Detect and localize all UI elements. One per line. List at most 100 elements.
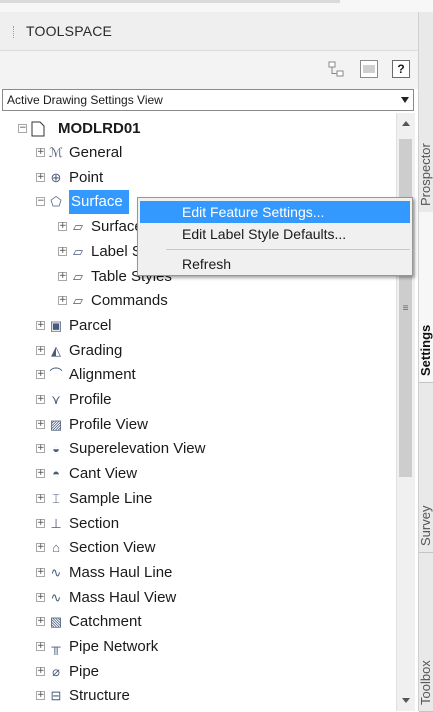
tree-node-label: Catchment	[69, 613, 142, 631]
grip-icon[interactable]	[13, 26, 16, 38]
expand-icon[interactable]: +	[36, 419, 45, 429]
tree-node-profile[interactable]: + ⋎ Profile	[0, 388, 380, 412]
expand-icon[interactable]: +	[36, 370, 45, 380]
pipe-icon: ⌀	[52, 663, 60, 679]
tree-node-sample-line[interactable]: + ⌶ Sample Line	[0, 487, 380, 511]
tree-node-label: Structure	[69, 687, 130, 705]
expand-icon[interactable]: +	[36, 320, 45, 330]
point-icon: ⊕	[50, 169, 62, 185]
tab-toolbox-label: Toolbox	[419, 660, 433, 705]
tree-root[interactable]: − MODLRD01	[0, 117, 380, 141]
tree-node-label: Profile	[69, 391, 112, 408]
expand-icon[interactable]: +	[36, 172, 45, 182]
expand-icon[interactable]: +	[36, 617, 45, 627]
tab-survey-label: Survey	[419, 505, 433, 546]
tree-node-catchment[interactable]: + ▧ Catchment	[0, 610, 380, 634]
pipe-network-icon: ╥	[51, 639, 61, 654]
tree-node-profile-view[interactable]: + ▨ Profile View	[0, 413, 380, 437]
tree-node-pipe-network[interactable]: + ╥ Pipe Network	[0, 635, 380, 659]
tree-node-label: Parcel	[69, 316, 112, 334]
tab-survey[interactable]: Survey	[419, 382, 433, 553]
scroll-up-icon[interactable]	[402, 121, 410, 126]
title-bar[interactable]: TOOLSPACE	[0, 12, 418, 51]
menu-item-label: Edit Label Style Defaults...	[182, 226, 347, 242]
tab-settings[interactable]: Settings	[419, 212, 433, 383]
side-tabs: Prospector Settings Survey Toolbox	[418, 12, 433, 712]
tree-node-grading[interactable]: + ◭ Grading	[0, 339, 380, 363]
tree-node-parcel[interactable]: + ▣ Parcel	[0, 314, 380, 338]
folder-icon: ▱	[73, 293, 83, 309]
scroll-down-icon[interactable]	[402, 698, 410, 703]
section-view-icon: ⌂	[52, 540, 60, 556]
structure-icon: ⊟	[50, 688, 62, 704]
collapse-icon[interactable]: −	[18, 124, 27, 133]
folder-icon: ▱	[73, 243, 83, 259]
tree-node-pipe[interactable]: + ⌀ Pipe	[0, 660, 380, 684]
expand-icon[interactable]: +	[58, 222, 67, 232]
expand-icon[interactable]: +	[58, 271, 67, 281]
tree-node-mass-haul-view[interactable]: + ∿ Mass Haul View	[0, 586, 380, 610]
expand-icon[interactable]: +	[36, 493, 45, 503]
tree-node-label: Grading	[69, 341, 123, 359]
tree-node-mass-haul-line[interactable]: + ∿ Mass Haul Line	[0, 561, 380, 585]
top-strip	[0, 0, 433, 12]
menu-item-edit-label-style-defaults[interactable]: Edit Label Style Defaults...	[140, 223, 410, 245]
tree-node-superelevation-view[interactable]: + ◒ Superelevation View	[0, 437, 380, 461]
expand-icon[interactable]: +	[36, 395, 45, 404]
cant-view-icon: ◓	[52, 466, 60, 482]
tree-node-structure[interactable]: + ⊟ Structure	[0, 684, 380, 708]
tree-node-label: Sample Line	[69, 489, 153, 507]
window-icon[interactable]	[360, 60, 378, 78]
tree-node-label: Commands	[91, 292, 168, 310]
chevron-down-icon[interactable]	[401, 97, 409, 103]
tree-node-general[interactable]: + ℳ General	[0, 141, 380, 165]
expand-icon[interactable]: +	[36, 642, 45, 651]
surface-icon: ⬠	[50, 194, 62, 210]
tab-toolbox[interactable]: Toolbox	[419, 552, 433, 712]
tree-node-section-view[interactable]: + ⌂ Section View	[0, 536, 380, 560]
sample-line-icon: ⌶	[52, 490, 60, 506]
profile-icon: ⋎	[51, 392, 61, 407]
expand-icon[interactable]: +	[36, 567, 45, 577]
drawing-icon	[30, 121, 46, 137]
alignment-icon: ⌒	[49, 367, 63, 383]
hierarchy-icon[interactable]	[327, 60, 345, 78]
tree-node-alignment[interactable]: + ⌒ Alignment	[0, 363, 380, 387]
expand-icon[interactable]: +	[36, 469, 45, 479]
scroll-thumb[interactable]: ≡	[399, 139, 412, 477]
expand-icon[interactable]: +	[36, 666, 45, 676]
expand-icon[interactable]: +	[36, 691, 45, 701]
mass-haul-line-icon: ∿	[50, 564, 62, 580]
tree-root-label: MODLRD01	[58, 120, 141, 137]
expand-icon[interactable]: +	[36, 148, 45, 157]
view-selector-dropdown[interactable]: Active Drawing Settings View	[2, 89, 414, 111]
panel-title: TOOLSPACE	[26, 23, 113, 39]
folder-icon: ▱	[73, 268, 83, 284]
tree-node-label: Mass Haul View	[69, 588, 177, 606]
grading-icon: ◭	[51, 342, 61, 358]
expand-icon[interactable]: +	[58, 296, 67, 306]
tree-node-label: Superelevation View	[69, 440, 206, 458]
tree-node-label: Section	[69, 514, 120, 532]
tree-node-cant-view[interactable]: + ◓ Cant View	[0, 462, 380, 486]
collapse-icon[interactable]: −	[36, 197, 45, 207]
profile-view-icon: ▨	[49, 416, 63, 432]
tree-node-label: Profile View	[69, 415, 148, 433]
tree-node-commands[interactable]: + ▱ Commands	[0, 289, 380, 313]
tree-node-section[interactable]: + ⊥ Section	[0, 512, 380, 536]
expand-icon[interactable]: +	[36, 345, 45, 355]
expand-icon[interactable]: +	[58, 246, 67, 256]
tab-prospector[interactable]: Prospector	[419, 12, 433, 213]
tree-node-point[interactable]: + ⊕ Point	[0, 166, 380, 190]
superelevation-icon: ◒	[52, 441, 60, 457]
menu-item-refresh[interactable]: Refresh	[140, 253, 410, 275]
context-menu: Edit Feature Settings... Edit Label Styl…	[137, 197, 413, 276]
mass-haul-view-icon: ∿	[50, 589, 62, 605]
expand-icon[interactable]: +	[36, 543, 45, 553]
expand-icon[interactable]: +	[36, 518, 45, 528]
expand-icon[interactable]: +	[36, 444, 45, 454]
menu-item-edit-feature-settings[interactable]: Edit Feature Settings...	[140, 201, 410, 223]
help-icon[interactable]: ?	[392, 60, 410, 78]
tree-node-label: Pipe Network	[69, 638, 159, 655]
expand-icon[interactable]: +	[36, 592, 45, 602]
